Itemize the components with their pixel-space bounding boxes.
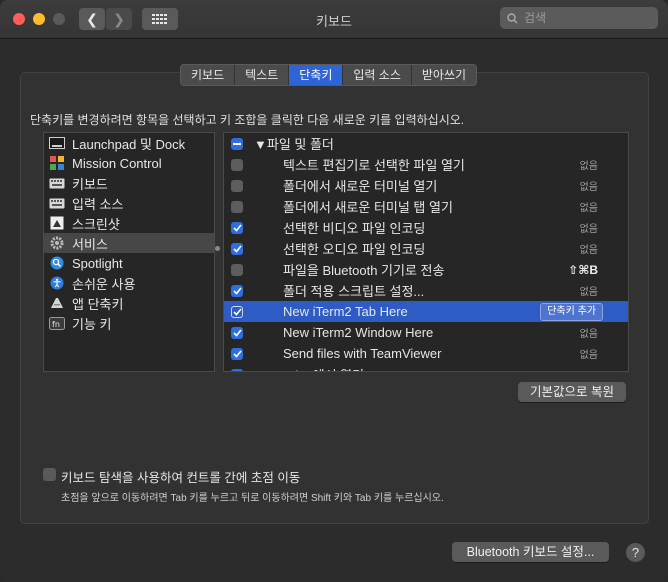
tab-4[interactable]: 받아쓰기 <box>412 65 476 85</box>
search-icon <box>507 12 518 24</box>
search-field[interactable] <box>500 7 658 29</box>
shortcut-label: 파일을 Bluetooth 기기로 전송 <box>283 263 445 278</box>
shortcut-list[interactable]: ▼파일 및 폴더 텍스트 편집기로 선택한 파일 열기 없음 폴더에서 새로운 터미널… <box>223 132 629 372</box>
shortcut-label: New iTerm2 Window Here <box>283 325 434 340</box>
keyboard-icon <box>49 176 65 190</box>
shortcut-keys[interactable]: ⇧⌘B <box>568 263 598 277</box>
tab-1[interactable]: 텍스트 <box>235 65 290 85</box>
tab-3[interactable]: 입력 소스 <box>343 65 412 85</box>
shortcut-row[interactable]: 폴더에서 새로운 터미널 열기 없음 <box>224 175 628 196</box>
category-label: 서비스 <box>72 236 108 252</box>
category-label: 앱 단축키 <box>72 296 124 312</box>
shortcut-label: New iTerm2 Tab Here <box>283 304 408 319</box>
shortcut-keys[interactable]: 없음 <box>580 220 598 235</box>
accessibility-icon <box>49 276 65 290</box>
shortcut-row[interactable]: 폴더 적용 스크립트 설정... 없음 <box>224 280 628 301</box>
shortcut-label: 폴더에서 새로운 터미널 열기 <box>283 179 438 194</box>
splitter-handle[interactable] <box>215 246 220 251</box>
keyboard-navigation-label: 키보드 탐색을 사용하여 컨트롤 간에 초점 이동 <box>61 471 301 485</box>
category-item[interactable]: fn 기능 키 <box>44 313 214 333</box>
help-button[interactable]: ? <box>626 543 645 562</box>
tab-bar: 키보드 텍스트 단축키 입력 소스 받아쓰기 <box>180 64 478 86</box>
shortcut-checkbox[interactable] <box>231 242 243 255</box>
shortcut-row[interactable]: Send files with TeamViewer 없음 <box>224 343 628 364</box>
keyboard-navigation-hint: 초점을 앞으로 이동하려면 Tab 키를 누르고 뒤로 이동하려면 Shift … <box>61 493 444 504</box>
services-gear-icon <box>49 236 65 250</box>
category-list[interactable]: Launchpad 및 Dock Mission Control 키보드입력 소스스… <box>43 132 215 372</box>
shortcut-checkbox[interactable] <box>231 200 243 213</box>
category-item[interactable]: 스크린샷 <box>44 213 214 233</box>
shortcut-label: ▼파일 및 폴더 <box>254 137 334 152</box>
instructions-text: 단축키를 변경하려면 항목을 선택하고 키 조합을 클릭한 다음 새로운 키를 … <box>30 113 465 127</box>
shortcut-keys[interactable]: 없음 <box>580 283 598 298</box>
tab-0[interactable]: 키보드 <box>181 65 236 85</box>
shortcut-label: 선택한 오디오 파일 인코딩 <box>283 242 426 257</box>
input-source-icon <box>49 196 65 210</box>
add-shortcut-button[interactable]: 단축키 추가 <box>540 303 603 321</box>
shortcut-row[interactable]: 파일을 Bluetooth 기기로 전송 ⇧⌘B <box>224 259 628 280</box>
shortcut-checkbox[interactable] <box>231 221 243 234</box>
fn-key-icon: fn <box>49 316 65 330</box>
title-bar: ❮ ❯ 키보드 <box>0 0 668 39</box>
shortcut-row[interactable]: 선택한 비디오 파일 인코딩 없음 <box>224 217 628 238</box>
keyboard-preferences-window: ❮ ❯ 키보드 키보드텍스트단축키입력 소스받아쓰기 단축키를 변경하려면 항목… <box>0 0 668 582</box>
shortcut-row[interactable]: 텍스트 편집기로 선택한 파일 열기 없음 <box>224 154 628 175</box>
category-label: 입력 소스 <box>72 196 124 212</box>
category-item[interactable]: Launchpad 및 Dock <box>44 133 214 153</box>
shortcut-checkbox[interactable] <box>231 158 243 171</box>
category-item[interactable]: 앱 단축키 <box>44 293 214 313</box>
shortcut-row[interactable]: 선택한 오디오 파일 인코딩 없음 <box>224 238 628 259</box>
shortcut-keys[interactable]: 없음 <box>580 178 598 193</box>
tab-2[interactable]: 단축키 <box>289 65 344 85</box>
category-label: 스크린샷 <box>72 216 120 232</box>
shortcut-checkbox[interactable] <box>231 305 243 318</box>
shortcut-keys[interactable]: 없음 <box>580 199 598 214</box>
shortcut-checkbox[interactable] <box>231 347 243 360</box>
svg-text:fn: fn <box>52 320 60 329</box>
shortcut-row[interactable]: New iTerm2 Window Here 없음 <box>224 322 628 343</box>
shortcut-label: 폴더에서 새로운 터미널 탭 열기 <box>283 200 453 215</box>
category-item[interactable]: 서비스 <box>44 233 214 253</box>
category-label: 키보드 <box>72 176 108 192</box>
mission-control-icon <box>49 156 65 170</box>
bluetooth-keyboard-setup-button[interactable]: Bluetooth 키보드 설정... <box>452 542 609 562</box>
shortcut-checkbox[interactable] <box>231 179 243 192</box>
shortcut-keys[interactable]: 없음 <box>580 325 598 340</box>
category-item[interactable]: 키보드 <box>44 173 214 193</box>
category-item[interactable]: 입력 소스 <box>44 193 214 213</box>
launchpad-dock-icon <box>49 136 65 150</box>
category-item[interactable]: Spotlight <box>44 253 214 273</box>
app-shortcuts-icon <box>49 296 65 310</box>
category-label: 기능 키 <box>72 316 112 332</box>
shortcut-row[interactable]: New iTerm2 Tab Here 단축키 추가 <box>224 301 628 322</box>
shortcut-row[interactable]: Wi... 에서 열기 <box>224 364 628 371</box>
shortcut-checkbox[interactable] <box>231 368 243 371</box>
shortcut-label: Send files with TeamViewer <box>283 346 442 361</box>
shortcut-checkbox[interactable] <box>231 284 243 297</box>
shortcut-keys[interactable]: 없음 <box>580 157 598 172</box>
shortcut-keys[interactable]: 없음 <box>580 241 598 256</box>
category-label: Spotlight <box>72 255 123 271</box>
spotlight-icon <box>49 256 65 270</box>
restore-defaults-button[interactable]: 기본값으로 복원 <box>518 382 626 402</box>
shortcut-row[interactable]: 폴더에서 새로운 터미널 탭 열기 없음 <box>224 196 628 217</box>
screenshot-icon <box>49 216 65 230</box>
category-label: 손쉬운 사용 <box>72 276 136 292</box>
shortcut-keys[interactable]: 없음 <box>580 346 598 361</box>
search-input[interactable] <box>522 10 646 26</box>
shortcut-label: Wi... 에서 열기 <box>283 365 364 371</box>
category-label: Mission Control <box>72 155 162 171</box>
shortcut-checkbox[interactable] <box>231 263 243 276</box>
shortcut-label: 텍스트 편집기로 선택한 파일 열기 <box>283 158 465 173</box>
shortcut-label: 폴더 적용 스크립트 설정... <box>283 284 425 299</box>
keyboard-navigation-checkbox[interactable] <box>43 468 56 481</box>
shortcut-label: 선택한 비디오 파일 인코딩 <box>283 221 426 236</box>
category-item[interactable]: Mission Control <box>44 153 214 173</box>
category-item[interactable]: 손쉬운 사용 <box>44 273 214 293</box>
shortcut-checkbox[interactable] <box>231 137 243 150</box>
category-label: Launchpad 및 Dock <box>72 136 186 152</box>
shortcut-checkbox[interactable] <box>231 326 243 339</box>
shortcut-group-row[interactable]: ▼파일 및 폴더 <box>224 133 628 154</box>
